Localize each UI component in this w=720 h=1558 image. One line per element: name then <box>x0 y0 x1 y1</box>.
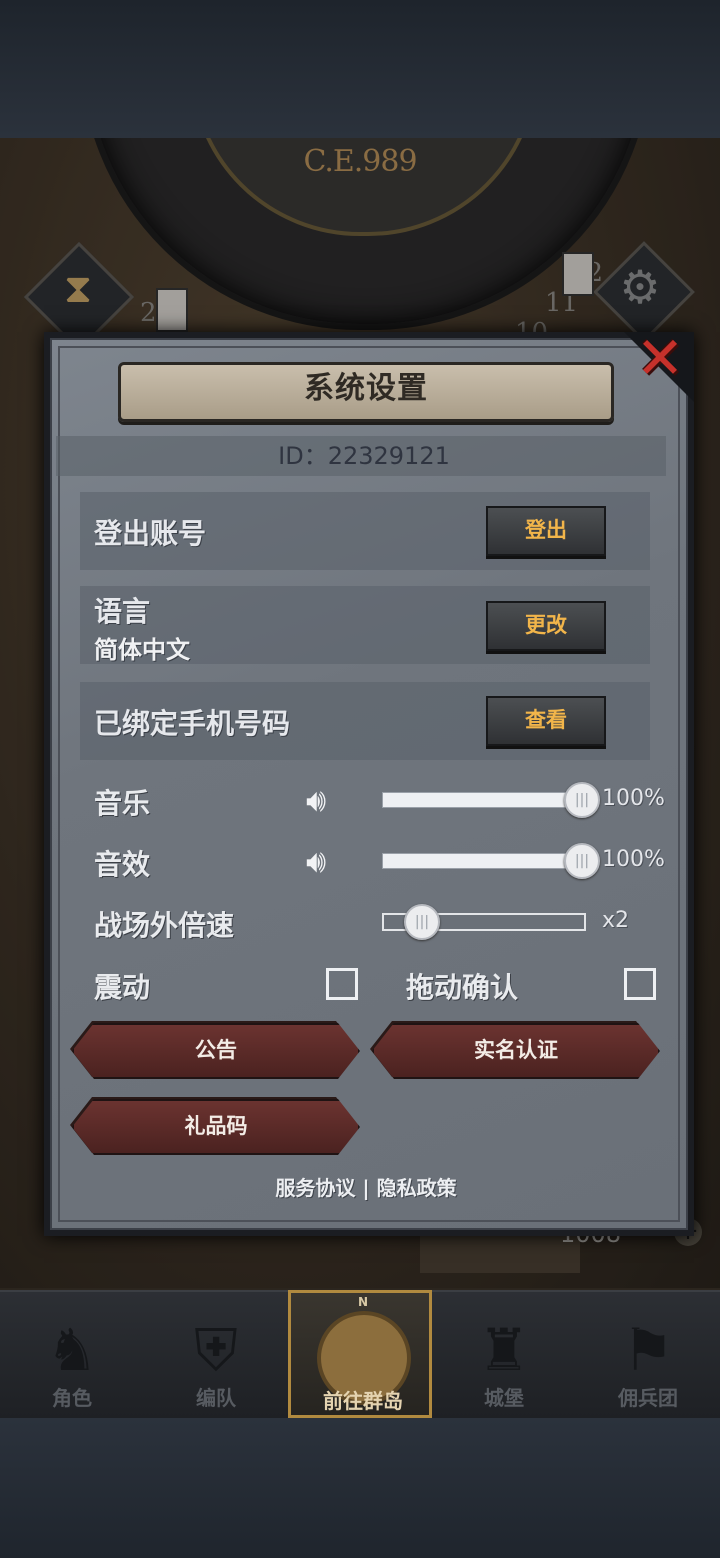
realname-verify-button[interactable]: 实名认证 <box>372 1023 660 1079</box>
footer-links: 服务协议 | 隐私政策 <box>44 1172 688 1201</box>
nav-label: 前往群岛 <box>323 1389 403 1413</box>
music-slider-fill <box>383 793 583 807</box>
dialog-title: 系统设置 <box>304 371 428 406</box>
music-value: 100% <box>602 786 665 811</box>
music-speaker-icon[interactable]: 🔊︎ <box>306 780 356 820</box>
nav-label: 城堡 <box>484 1386 524 1410</box>
speed-value: x2 <box>602 908 630 933</box>
mercenary-icon: ⚑ <box>622 1316 674 1384</box>
drag-confirm-label: 拖动确认 <box>406 971 519 1004</box>
nav-mercenary[interactable]: ⚑ 佣兵团 <box>576 1290 720 1418</box>
privacy-link[interactable]: 隐私政策 <box>377 1176 457 1200</box>
sfx-value: 100% <box>602 847 665 872</box>
music-slider[interactable] <box>382 792 584 808</box>
sfx-speaker-icon[interactable]: 🔊︎ <box>306 841 356 881</box>
notice-button[interactable]: 公告 <box>72 1023 360 1079</box>
music-slider-handle[interactable]: ||| <box>564 782 600 818</box>
gift-code-button[interactable]: 礼品码 <box>72 1099 360 1155</box>
logout-label: 登出账号 <box>94 517 207 550</box>
nav-label: 佣兵团 <box>618 1386 678 1410</box>
user-id: ID：22329121 <box>278 442 450 470</box>
nav-castle[interactable]: ♜ 城堡 <box>432 1290 576 1418</box>
sfx-slider[interactable] <box>382 853 584 869</box>
knight-icon: ♞ <box>46 1316 98 1384</box>
sfx-slider-fill <box>383 854 583 868</box>
nav-formation[interactable]: ⛨ 编队 <box>144 1290 288 1418</box>
nav-label: 编队 <box>196 1386 236 1410</box>
logout-button[interactable]: 登出 <box>486 506 606 556</box>
speed-label: 战场外倍速 <box>94 909 235 942</box>
vibration-label: 震动 <box>94 971 151 1004</box>
vibration-checkbox[interactable] <box>326 968 358 1000</box>
music-label: 音乐 <box>94 787 151 820</box>
nav-character[interactable]: ♞ 角色 <box>0 1290 144 1418</box>
nav-islands[interactable]: N 前往群岛 <box>288 1290 432 1418</box>
terms-link[interactable]: 服务协议 <box>275 1176 355 1200</box>
nav-label: 角色 <box>52 1386 92 1410</box>
view-phone-button[interactable]: 查看 <box>486 696 606 746</box>
language-label: 语言 <box>94 595 151 628</box>
sfx-label: 音效 <box>94 848 151 881</box>
close-icon[interactable]: ✕ <box>632 329 688 387</box>
speed-slider-handle[interactable]: ||| <box>404 904 440 940</box>
castle-icon: ♜ <box>478 1316 530 1384</box>
top-letterbox <box>0 0 720 138</box>
language-value: 简体中文 <box>94 636 190 664</box>
bottom-letterbox <box>0 1418 720 1558</box>
phone-label: 已绑定手机号码 <box>94 707 291 740</box>
change-language-button[interactable]: 更改 <box>486 601 606 651</box>
drag-confirm-checkbox[interactable] <box>624 968 656 1000</box>
footer-separator: | <box>362 1176 370 1200</box>
sfx-slider-handle[interactable]: ||| <box>564 843 600 879</box>
helmet-icon: ⛨ <box>194 1316 238 1384</box>
compass-north-label: N <box>357 1295 369 1309</box>
